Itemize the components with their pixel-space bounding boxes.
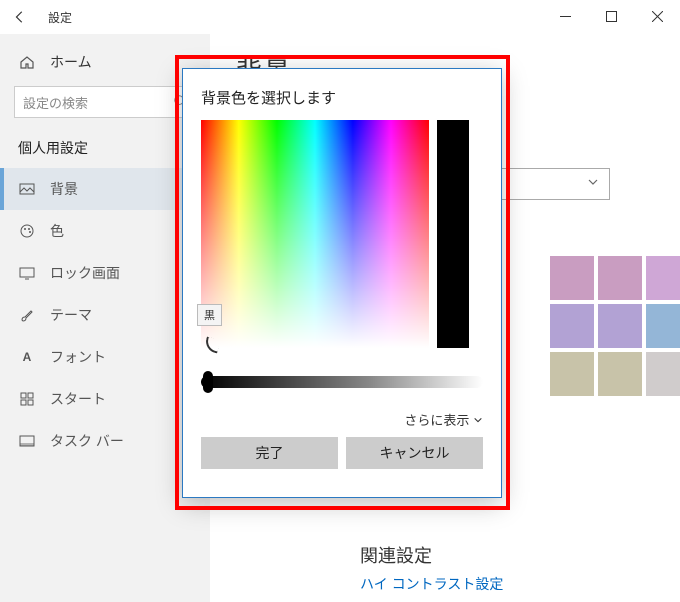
grid-icon <box>18 391 36 407</box>
color-picker-dialog: 背景色を選択します 黒 さらに表示 完了 キャンセル <box>182 68 502 498</box>
font-icon: A <box>18 350 36 364</box>
color-swatch[interactable] <box>598 304 642 348</box>
value-strip[interactable] <box>437 120 469 348</box>
sidebar-item-colors[interactable]: 色 <box>0 210 210 252</box>
sidebar-heading: 個人用設定 <box>0 132 210 168</box>
chevron-down-icon <box>587 175 599 193</box>
ok-button[interactable]: 完了 <box>201 437 338 469</box>
brush-icon <box>18 307 36 323</box>
palette-icon <box>18 223 36 239</box>
sidebar-item-label: フォント <box>50 347 106 367</box>
sidebar-item-label: ロック画面 <box>50 263 120 283</box>
picture-icon <box>18 181 36 197</box>
sidebar-item-fonts[interactable]: A フォント <box>0 336 210 378</box>
show-more-toggle[interactable]: さらに表示 <box>201 410 483 429</box>
sidebar-item-label: スタート <box>50 389 106 409</box>
color-swatch[interactable] <box>646 352 680 396</box>
sidebar-item-lockscreen[interactable]: ロック画面 <box>0 252 210 294</box>
color-swatch[interactable] <box>598 352 642 396</box>
sidebar-item-themes[interactable]: テーマ <box>0 294 210 336</box>
show-more-label: さらに表示 <box>404 413 469 428</box>
sidebar-home-label: ホーム <box>50 52 92 72</box>
search-input[interactable]: 設定の検索 <box>14 86 196 118</box>
color-swatch[interactable] <box>550 352 594 396</box>
hue-saturation-field[interactable] <box>201 120 429 348</box>
sidebar: ホーム 設定の検索 個人用設定 背景 色 ロック画面 <box>0 34 210 602</box>
back-button[interactable] <box>0 0 40 34</box>
maximize-button[interactable] <box>588 0 634 32</box>
sidebar-item-label: タスク バー <box>50 431 124 451</box>
color-tooltip: 黒 <box>197 304 222 326</box>
related-heading: 関連設定 <box>360 542 432 568</box>
color-swatch[interactable] <box>598 256 642 300</box>
sidebar-home[interactable]: ホーム <box>0 44 210 80</box>
close-button[interactable] <box>634 0 680 32</box>
brightness-slider[interactable] <box>201 376 483 388</box>
sidebar-item-label: テーマ <box>50 305 92 325</box>
titlebar: 設定 <box>0 0 680 34</box>
chevron-down-icon <box>473 413 483 428</box>
picker-cursor-icon <box>204 337 221 354</box>
search-placeholder: 設定の検索 <box>23 93 88 112</box>
sidebar-item-start[interactable]: スタート <box>0 378 210 420</box>
color-swatch[interactable] <box>550 304 594 348</box>
sidebar-item-label: 背景 <box>50 179 78 199</box>
ok-label: 完了 <box>256 443 284 463</box>
home-icon <box>18 54 36 70</box>
color-swatch[interactable] <box>646 256 680 300</box>
cancel-label: キャンセル <box>380 443 450 463</box>
window-title: 設定 <box>48 9 72 26</box>
minimize-button[interactable] <box>542 0 588 32</box>
color-swatch[interactable] <box>550 256 594 300</box>
sidebar-item-taskbar[interactable]: タスク バー <box>0 420 210 462</box>
sidebar-item-label: 色 <box>50 221 64 241</box>
color-swatches <box>550 256 680 396</box>
color-swatch[interactable] <box>646 304 680 348</box>
sidebar-item-background[interactable]: 背景 <box>0 168 210 210</box>
taskbar-icon <box>18 433 36 449</box>
cancel-button[interactable]: キャンセル <box>346 437 483 469</box>
monitor-icon <box>18 265 36 281</box>
related-link[interactable]: ハイ コントラスト設定 <box>360 574 503 594</box>
dialog-title: 背景色を選択します <box>201 87 483 108</box>
slider-thumb[interactable] <box>203 371 213 393</box>
